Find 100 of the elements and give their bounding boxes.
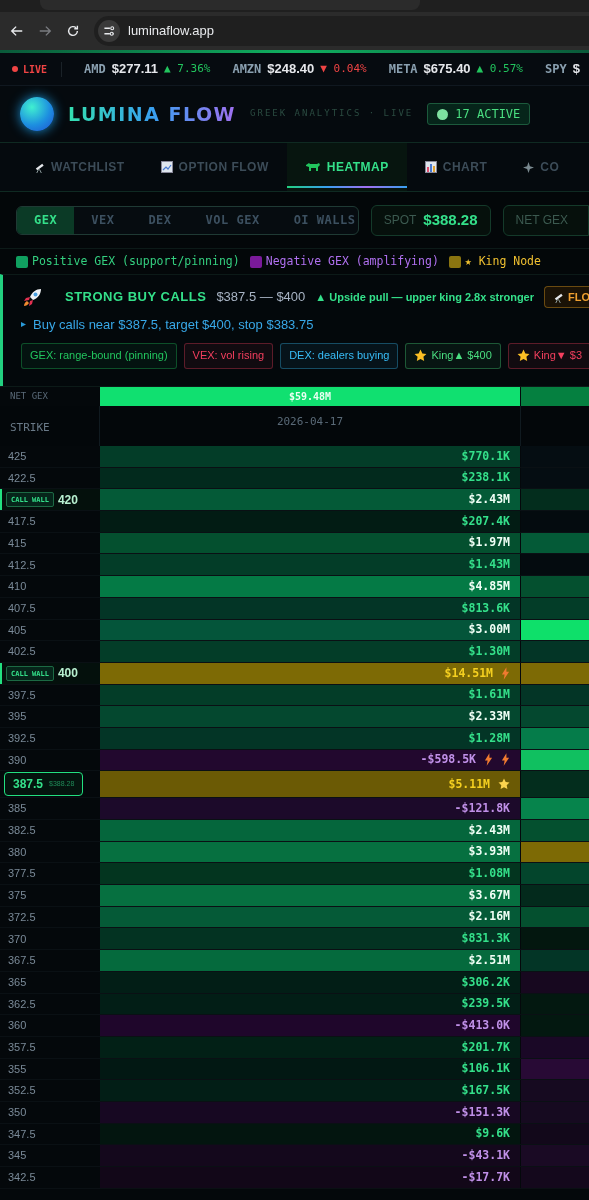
strike-label: 392.5 [8, 731, 36, 747]
heatmap-cell: $14.51M [100, 662, 520, 684]
mode-button[interactable]: DEX [131, 206, 189, 234]
heatmap-cell: $4.85M [100, 576, 520, 597]
reload-icon [66, 24, 80, 38]
mode-button[interactable]: OI WALLS [276, 206, 358, 234]
signal-tag: DEX: dealers buying [280, 342, 399, 369]
strike-label: 367.5 [8, 953, 36, 969]
strike-label: 357.5 [8, 1039, 36, 1055]
heatmap-cell: -$121.8K [100, 798, 520, 819]
heatmap-cell: -$151.3K [100, 1101, 520, 1123]
heatmap-cell: $1.61M [100, 684, 520, 706]
strike-label: 400 [57, 665, 78, 683]
strike-label: 405 [8, 622, 27, 638]
star-icon [516, 349, 530, 362]
ticker-price: $277.11 [111, 60, 159, 79]
heatmap-cell: $201.7K [100, 1036, 520, 1058]
back-icon [10, 24, 24, 38]
heatmap-cell: $106.1K [100, 1058, 520, 1080]
nav-tab[interactable]: WATCHLIST [16, 143, 143, 191]
heatmap-cell: $1.28M [100, 727, 520, 749]
heatmap-cell: $9.6K [100, 1123, 520, 1145]
heatmap-cell: -$43.1K [100, 1145, 520, 1166]
ticker-price: $675.40 [423, 60, 471, 79]
strike-label: 375 [8, 888, 27, 904]
strike-label: 390 [8, 752, 27, 768]
nav-tab[interactable]: OPTION FLOW [142, 143, 287, 191]
line-chart-icon [160, 161, 173, 173]
strike-label: 350 [8, 1105, 27, 1121]
sparkle-icon [523, 161, 535, 173]
strike-label: 417.5 [8, 514, 36, 530]
net-gex-box: NET GEX [502, 204, 589, 236]
strike-label: 410 [8, 579, 27, 595]
star-icon [414, 349, 428, 362]
heatmap-cell: -$17.7K [100, 1167, 520, 1188]
ticker-symbol: SPY [544, 61, 567, 78]
heatmap-cell: $238.1K [100, 467, 520, 489]
flow-chip[interactable]: FLO [544, 286, 589, 308]
heatmap-cell: $207.4K [100, 511, 520, 532]
strike-label: 415 [8, 535, 27, 551]
heatmap-cell: $5.11M [100, 771, 520, 798]
strike-label: 352.5 [8, 1083, 36, 1099]
strike-label: 397.5 [8, 687, 36, 703]
signal-pull: ▲ Upside pull — upper king 2.8x stronger [315, 289, 534, 305]
strike-label: 355 [8, 1061, 27, 1077]
forward-icon [38, 24, 52, 38]
spot-box: SPOT $388.28 [370, 204, 491, 236]
bar-chart-icon [424, 161, 437, 173]
heatmap-cell: $306.2K [100, 971, 520, 993]
strike-label: 380 [8, 844, 27, 860]
mode-button[interactable]: VOL GEX [188, 206, 277, 234]
active-badge: 17 ACTIVE [427, 103, 531, 125]
telescope-icon [553, 291, 564, 303]
star-icon [498, 778, 510, 791]
nav-tab[interactable]: CHART [406, 143, 506, 191]
heatmap-cell: $239.5K [100, 993, 520, 1015]
heatmap-cell: $167.5K [100, 1080, 520, 1101]
heatmap-cell: $1.08M [100, 863, 520, 885]
heatmap-cell: $813.6K [100, 597, 520, 619]
heatmap-cell: -$413.0K [100, 1015, 520, 1036]
telescope-icon [34, 161, 45, 173]
strike-label: 370 [8, 931, 27, 947]
heatmap-cell: $3.67M [100, 885, 520, 906]
address-bar[interactable]: luminaflow.app [94, 16, 589, 46]
strike-label: 402.5 [8, 644, 36, 660]
heatmap-cell: $2.33M [100, 706, 520, 727]
ticker-symbol: AMD [84, 61, 106, 78]
nav-tab[interactable]: CO [505, 143, 578, 191]
heatmap-cell: $2.43M [100, 489, 520, 511]
ticker-price: $248.40 [267, 60, 315, 79]
column-header: STRIKE [10, 421, 50, 434]
strike-label: 425 [8, 449, 27, 465]
strike-label: 360 [8, 1018, 27, 1034]
strike-label: 385 [8, 801, 27, 817]
nav-tab[interactable]: HEATMAP [286, 143, 407, 191]
signal-title: STRONG BUY CALLS [65, 288, 207, 307]
heatmap-cell: -$598.5K [100, 749, 520, 771]
heatmap-cell: $831.3K [100, 928, 520, 950]
strike-label: 407.5 [8, 600, 36, 616]
strike-label: 422.5 [8, 470, 36, 486]
strike-label: 342.5 [8, 1170, 36, 1186]
heatmap-cell: $2.51M [100, 950, 520, 971]
column-header: 2026-04-17 [276, 414, 344, 430]
logo-orb [20, 97, 54, 131]
bullet-icon [21, 322, 26, 328]
mode-button[interactable]: GEX [17, 206, 75, 234]
strike-label: 377.5 [8, 866, 36, 882]
signal-tag: King▼ $3 [507, 342, 589, 369]
ticker-price: $ [572, 60, 580, 79]
mode-button[interactable]: VEX [74, 206, 132, 234]
animal-icon [304, 162, 321, 172]
net-gex-bar [521, 387, 589, 406]
strike-label: 365 [8, 974, 27, 990]
signal-tag: King▲ $400 [405, 342, 501, 369]
ticker-symbol: AMZN [232, 61, 262, 78]
signal-advice: Buy calls near $387.5, target $400, stop $383.75 [33, 316, 314, 334]
ticker-change: ▲ 7.36% [164, 60, 211, 77]
strike-label: 372.5 [8, 909, 36, 925]
site-settings-icon [98, 20, 120, 42]
heatmap-cell: $2.16M [100, 906, 520, 928]
